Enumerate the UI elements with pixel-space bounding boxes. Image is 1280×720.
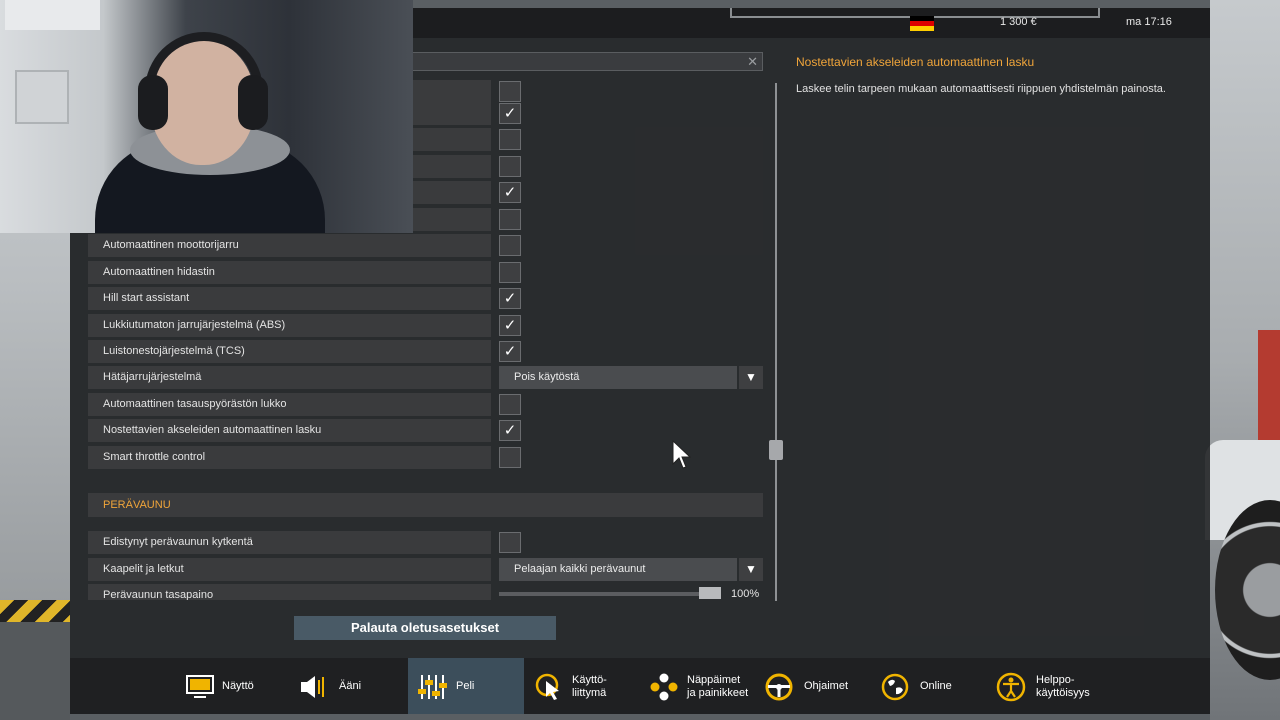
- steering-wheel-icon: [765, 673, 793, 701]
- monitor-icon: [186, 675, 214, 698]
- tab-label: Ohjaimet: [804, 680, 849, 692]
- setting-label: Nostettavien akseleiden automaattinen la…: [88, 419, 491, 442]
- setting-label: Hätäjarrujärjestelmä: [88, 366, 491, 389]
- chevron-down-icon[interactable]: ▼: [739, 366, 763, 389]
- setting-row-emergency-brake[interactable]: Hätäjarrujärjestelmä Pois käytöstä ▼: [88, 366, 763, 389]
- speaker-icon: [301, 676, 324, 698]
- setting-checkbox[interactable]: [499, 262, 521, 283]
- setting-row-auto-retarder[interactable]: Automaattinen hidastin: [88, 261, 763, 284]
- info-title: Nostettavien akseleiden automaattinen la…: [796, 55, 1035, 69]
- tab-online[interactable]: Online: [878, 658, 988, 714]
- webcam-overlay: [0, 0, 413, 233]
- emergency-brake-select[interactable]: Pois käytöstä ▼: [499, 366, 763, 389]
- setting-checkbox[interactable]: [499, 129, 521, 150]
- setting-row-trailer-stability[interactable]: Perävaunun tasapaino 100%: [88, 584, 763, 600]
- tab-label: Ääni: [339, 680, 362, 692]
- tab-label-line1: Helppo-: [1036, 674, 1075, 686]
- setting-row-abs[interactable]: Lukkiutumaton jarrujärjestelmä (ABS) ✓: [88, 314, 763, 337]
- setting-label: Luistonestojärjestelmä (TCS): [88, 340, 491, 363]
- tab-label-line2: ja painikkeet: [687, 687, 749, 699]
- gamepad-buttons-icon: [650, 673, 678, 701]
- setting-row-lift-axle[interactable]: Nostettavien akseleiden automaattinen la…: [88, 419, 763, 442]
- setting-label: Smart throttle control: [88, 446, 491, 469]
- chevron-down-icon[interactable]: ▼: [739, 558, 763, 581]
- setting-row-auto-engine-brake[interactable]: Automaattinen moottorijarru: [88, 234, 763, 257]
- mouse-cursor-icon: [672, 440, 692, 469]
- setting-checkbox[interactable]: [499, 81, 521, 102]
- garage-floor: [0, 622, 70, 720]
- tab-label-line1: Käyttö-: [572, 674, 607, 686]
- slider-track[interactable]: [499, 592, 721, 596]
- setting-row-advanced-coupling[interactable]: Edistynyt perävaunun kytkentä: [88, 531, 763, 554]
- tab-label-line1: Näppäimet: [687, 674, 741, 686]
- options-tab-bar: Näyttö Ääni Peli Käyttö- liittymä Näppäi…: [70, 658, 1210, 714]
- tab-label: Peli: [456, 680, 475, 692]
- setting-row-smart-throttle[interactable]: Smart throttle control: [88, 446, 763, 469]
- setting-row-diff-lock[interactable]: Automaattinen tasauspyörästön lukko: [88, 393, 763, 416]
- tab-keys-buttons[interactable]: Näppäimet ja painikkeet: [645, 658, 757, 714]
- tab-audio[interactable]: Ääni: [292, 658, 402, 714]
- cables-select[interactable]: Pelaajan kaikki perävaunut ▼: [499, 558, 763, 581]
- slider-value: 100%: [731, 588, 760, 600]
- tab-label-line2: käyttöisyys: [1036, 687, 1090, 699]
- setting-checkbox[interactable]: [499, 235, 521, 256]
- cursor-icon: [535, 673, 559, 700]
- trailer-stability-slider[interactable]: 100%: [499, 584, 763, 600]
- setting-checkbox[interactable]: [499, 447, 521, 468]
- setting-row-cables[interactable]: Kaapelit ja letkut Pelaajan kaikki peräv…: [88, 558, 763, 581]
- germany-flag-icon: [910, 16, 934, 31]
- setting-label: Edistynyt perävaunun kytkentä: [88, 531, 491, 554]
- setting-checkbox[interactable]: [499, 394, 521, 415]
- headphone-cup-right: [238, 75, 268, 130]
- globe-icon: [881, 673, 909, 701]
- tab-user-interface[interactable]: Käyttö- liittymä: [530, 658, 642, 714]
- setting-checkbox[interactable]: ✓: [499, 420, 521, 441]
- setting-checkbox[interactable]: ✓: [499, 288, 521, 309]
- money-display: 1 300 €: [1000, 16, 1037, 28]
- setting-label: Lukkiutumaton jarrujärjestelmä (ABS): [88, 314, 491, 337]
- tab-label-line2: liittymä: [572, 687, 607, 699]
- setting-checkbox[interactable]: [499, 532, 521, 553]
- headphone-cup-left: [138, 75, 168, 130]
- setting-row-hill-start[interactable]: Hill start assistant ✓: [88, 287, 763, 310]
- accessibility-icon: [996, 672, 1026, 702]
- tab-accessibility[interactable]: Helppo- käyttöisyys: [994, 658, 1114, 714]
- settings-scrollbar[interactable]: [775, 83, 777, 601]
- scrollbar-thumb[interactable]: [769, 440, 783, 460]
- setting-label: Automaattinen tasauspyörästön lukko: [88, 393, 491, 416]
- info-description: Laskee telin tarpeen mukaan automaattise…: [796, 83, 1166, 95]
- tab-display[interactable]: Näyttö: [175, 658, 285, 714]
- section-header-trailer: PERÄVAUNU: [88, 493, 763, 517]
- setting-checkbox[interactable]: ✓: [499, 182, 521, 203]
- sliders-icon: [418, 675, 447, 699]
- slider-handle[interactable]: [699, 587, 721, 599]
- select-value: Pelaajan kaikki perävaunut: [499, 558, 737, 581]
- setting-row-tcs[interactable]: Luistonestojärjestelmä (TCS) ✓: [88, 340, 763, 363]
- hazard-stripe: [0, 600, 70, 622]
- game-clock: ma 17:16: [1126, 16, 1172, 28]
- setting-checkbox[interactable]: [499, 156, 521, 177]
- setting-label: Hill start assistant: [88, 287, 491, 310]
- setting-checkbox[interactable]: ✓: [499, 315, 521, 336]
- red-cabinet: [1258, 330, 1280, 440]
- close-icon[interactable]: ✕: [747, 54, 758, 70]
- setting-label: Automaattinen hidastin: [88, 261, 491, 284]
- select-value: Pois käytöstä: [499, 366, 737, 389]
- webcam-cabinet: [15, 70, 69, 124]
- tab-label: Online: [920, 680, 952, 692]
- setting-checkbox[interactable]: ✓: [499, 341, 521, 362]
- setting-label: Perävaunun tasapaino: [88, 584, 491, 600]
- setting-checkbox[interactable]: [499, 209, 521, 230]
- tab-game[interactable]: Peli: [408, 658, 524, 714]
- tab-label: Näyttö: [222, 680, 254, 692]
- webcam-shelf: [5, 0, 100, 30]
- setting-label: Kaapelit ja letkut: [88, 558, 491, 581]
- setting-checkbox[interactable]: ✓: [499, 103, 521, 124]
- tab-controllers[interactable]: Ohjaimet: [762, 658, 872, 714]
- reset-defaults-button[interactable]: Palauta oletusasetukset: [294, 616, 556, 640]
- setting-label: Automaattinen moottorijarru: [88, 234, 491, 257]
